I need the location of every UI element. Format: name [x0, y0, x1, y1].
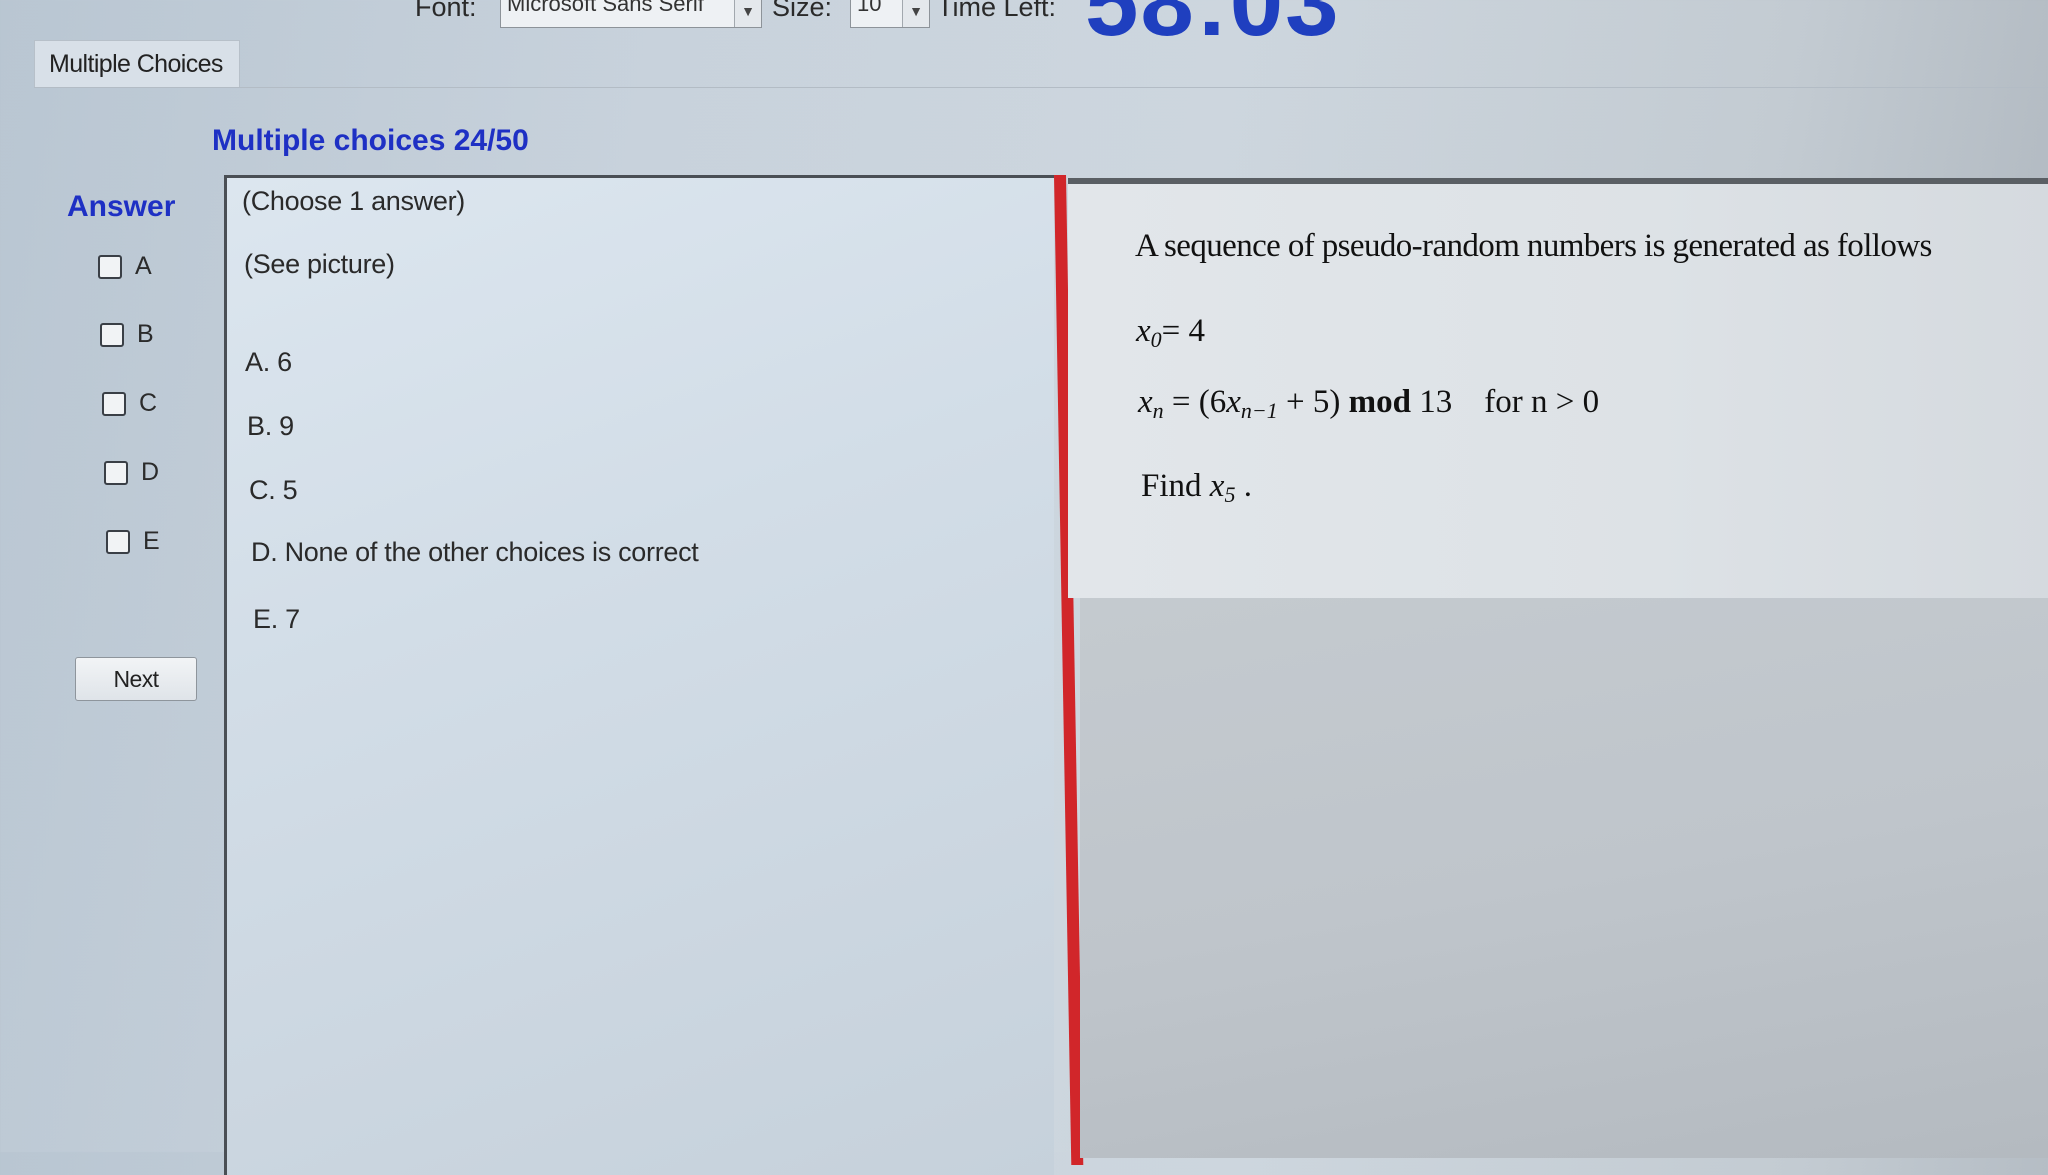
- math-var: x: [1136, 313, 1151, 349]
- see-picture-note: (See picture): [244, 249, 395, 279]
- size-label: Size:: [772, 0, 833, 22]
- checkbox-e[interactable]: [106, 529, 130, 554]
- question-panel-empty-area: [1080, 598, 2048, 1158]
- tab-multiple-choices[interactable]: Multiple Choices: [34, 40, 240, 88]
- math-var: x: [1209, 468, 1225, 504]
- math-mod-number: 13: [1419, 384, 1453, 420]
- question-intro: A sequence of pseudo-random numbers is g…: [1135, 228, 1932, 264]
- checkbox-d[interactable]: [104, 460, 128, 485]
- question-initial-value: x0= 4: [1136, 313, 1205, 353]
- choose-instruction: (Choose 1 answer): [242, 186, 466, 216]
- math-rhs: = 4: [1161, 313, 1206, 349]
- choice-item-b: B. 9: [247, 411, 294, 441]
- font-label: Font:: [415, 0, 477, 22]
- answer-option-a[interactable]: A: [98, 252, 152, 281]
- checkbox-a[interactable]: [98, 254, 122, 279]
- size-stepper-value: 10: [857, 0, 882, 16]
- answer-option-label: B: [137, 320, 154, 348]
- math-subscript: n: [1152, 398, 1164, 423]
- math-eq: = (6: [1171, 384, 1227, 420]
- checkbox-b[interactable]: [100, 322, 124, 347]
- answer-option-label: E: [143, 527, 160, 555]
- find-label: Find: [1141, 468, 1202, 504]
- math-plus: + 5): [1286, 384, 1341, 420]
- answer-option-e[interactable]: E: [106, 527, 160, 556]
- stepper-arrows-icon[interactable]: ▼: [902, 0, 929, 27]
- font-select[interactable]: Microsoft Sans Serif ▼: [500, 0, 762, 28]
- checkbox-c[interactable]: [102, 391, 126, 416]
- find-period: .: [1243, 468, 1252, 504]
- time-left-label: Time Left:: [937, 0, 1057, 22]
- math-subscript: n−1: [1240, 398, 1278, 423]
- math-subscript: 5: [1224, 482, 1236, 507]
- choices-panel: [224, 175, 1054, 1175]
- font-select-value: Microsoft Sans Serif: [507, 0, 704, 16]
- countdown-timer: 58:03: [1085, 0, 1341, 56]
- choice-item-c: C. 5: [249, 475, 298, 505]
- question-progress-title: Multiple choices 24/50: [212, 124, 529, 157]
- question-find: Find x5 .: [1141, 468, 1252, 508]
- math-var: x: [1226, 384, 1241, 420]
- size-stepper[interactable]: 10 ▼: [850, 0, 930, 28]
- choice-item-d: D. None of the other choices is correct: [251, 537, 699, 567]
- choice-item-e: E. 7: [253, 604, 300, 634]
- math-var: x: [1138, 384, 1153, 420]
- answer-heading: Answer: [67, 190, 176, 223]
- answer-option-d[interactable]: D: [104, 458, 159, 487]
- answer-option-b[interactable]: B: [100, 320, 154, 349]
- answer-option-label: C: [139, 389, 158, 417]
- tab-strip-border: [34, 87, 2048, 88]
- math-condition: for n > 0: [1484, 384, 1600, 420]
- choice-item-a: A. 6: [245, 347, 292, 377]
- question-recurrence: xn = (6xn−1 + 5) mod 13 for n > 0: [1138, 384, 1599, 424]
- answer-option-label: D: [141, 458, 160, 486]
- math-mod: mod: [1348, 384, 1411, 420]
- next-button[interactable]: Next: [75, 657, 197, 701]
- answer-option-c[interactable]: C: [102, 389, 157, 418]
- answer-option-label: A: [135, 252, 152, 280]
- math-subscript: 0: [1150, 327, 1162, 352]
- chevron-down-icon[interactable]: ▼: [734, 0, 761, 27]
